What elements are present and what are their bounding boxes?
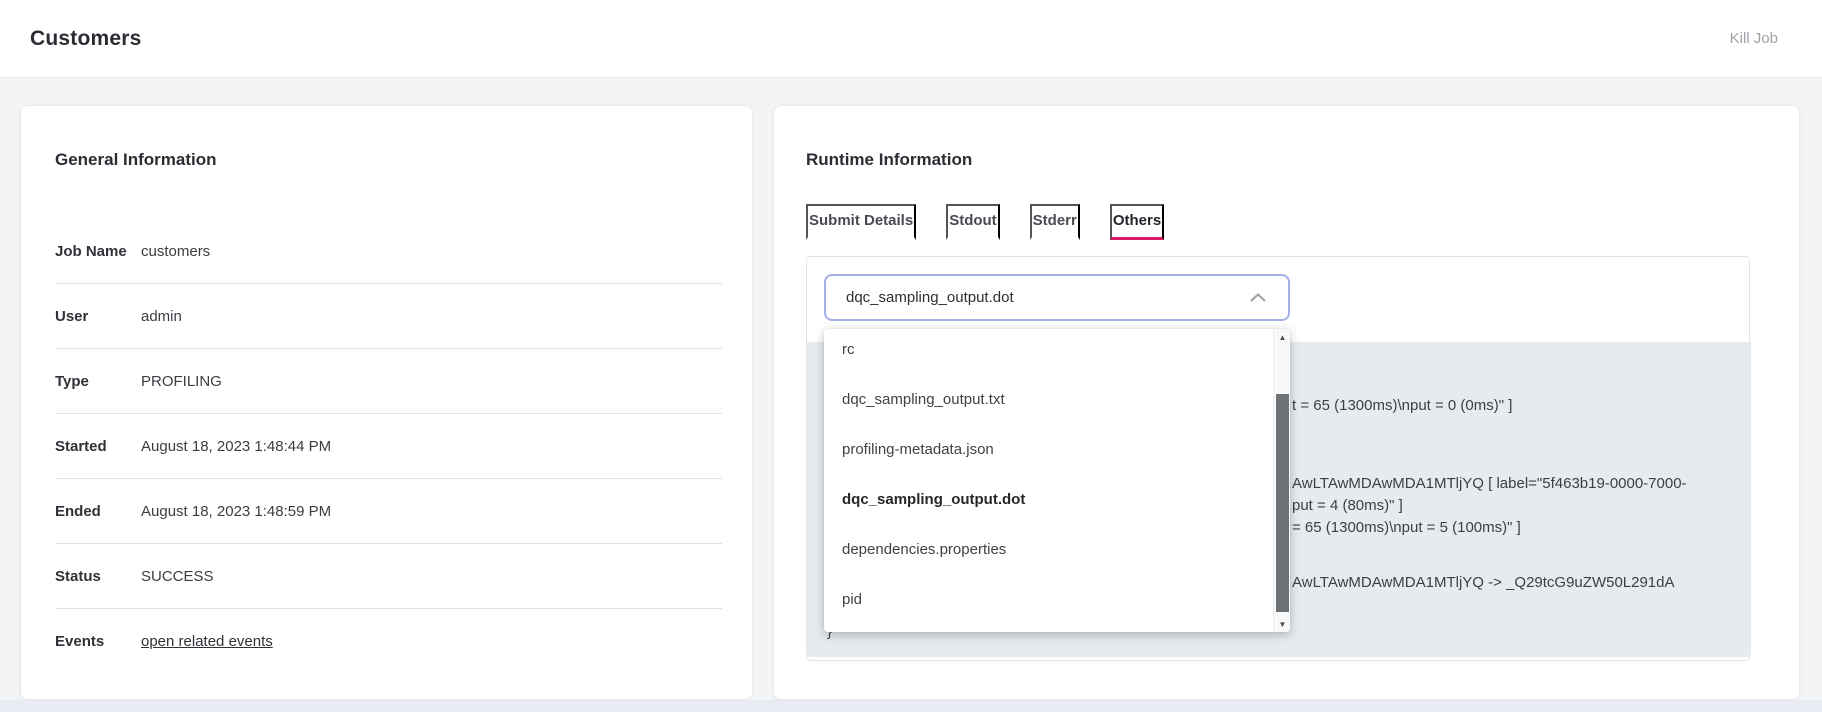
- info-row-label: Started: [55, 438, 141, 455]
- general-information-rows: Job Name customers User admin Type PROFI…: [55, 219, 722, 674]
- info-row-started: Started August 18, 2023 1:48:44 PM: [55, 414, 722, 479]
- file-select-dropdown: rc dqc_sampling_output.txt profiling-met…: [824, 329, 1290, 632]
- dot-content-line: = 65 (1300ms)\nput = 5 (100ms)" ]: [1292, 519, 1521, 537]
- job-detail-page: Customers Kill Job General Information J…: [0, 0, 1822, 712]
- tab-stdout[interactable]: Stdout: [946, 204, 999, 240]
- dropdown-option-list: rc dqc_sampling_output.txt profiling-met…: [824, 329, 1290, 624]
- info-row-value: admin: [141, 308, 182, 325]
- kill-job-button[interactable]: Kill Job: [1730, 30, 1778, 47]
- dot-content-line: t = 65 (1300ms)\nput = 0 (0ms)" ]: [1292, 397, 1512, 415]
- dropdown-option-profiling-metadata-json[interactable]: profiling-metadata.json: [824, 424, 1290, 474]
- dropdown-option-dependencies-properties[interactable]: dependencies.properties: [824, 524, 1290, 574]
- info-row-status: Status SUCCESS: [55, 544, 722, 609]
- page-title: Customers: [30, 27, 142, 51]
- runtime-information-title: Runtime Information: [806, 150, 972, 170]
- scroll-up-icon[interactable]: ▲: [1274, 329, 1290, 345]
- tab-others[interactable]: Others: [1110, 204, 1164, 240]
- page-bottom-strip: [0, 700, 1822, 712]
- dropdown-option-dqc-sampling-output-txt[interactable]: dqc_sampling_output.txt: [824, 374, 1290, 424]
- page-header: Customers Kill Job: [0, 0, 1822, 78]
- info-row-label: Job Name: [55, 243, 141, 260]
- info-row-value: PROFILING: [141, 373, 222, 390]
- open-related-events-link[interactable]: open related events: [141, 633, 273, 650]
- info-row-type: Type PROFILING: [55, 349, 722, 414]
- chevron-up-icon: [1250, 293, 1266, 302]
- tab-stderr[interactable]: Stderr: [1030, 204, 1080, 240]
- dropdown-option-pid[interactable]: pid: [824, 574, 1290, 624]
- file-select[interactable]: dqc_sampling_output.dot: [824, 274, 1290, 321]
- scroll-down-icon[interactable]: ▼: [1274, 616, 1290, 632]
- info-row-events: Events open related events: [55, 609, 722, 674]
- runtime-information-card: Runtime Information Submit Details Stdou…: [773, 105, 1800, 700]
- general-information-title: General Information: [55, 150, 217, 170]
- dot-content-line: AwLTAwMDAwMDA1MTljYQ [ label="5f463b19-0…: [1292, 475, 1687, 493]
- info-row-value: August 18, 2023 1:48:59 PM: [141, 503, 331, 520]
- info-row-ended: Ended August 18, 2023 1:48:59 PM: [55, 479, 722, 544]
- dropdown-option-rc[interactable]: rc: [824, 329, 1290, 374]
- info-row-label: Type: [55, 373, 141, 390]
- dropdown-scrollbar[interactable]: ▲ ▼: [1273, 329, 1290, 632]
- tab-submit-details[interactable]: Submit Details: [806, 204, 916, 240]
- dropdown-option-dqc-sampling-output-dot[interactable]: dqc_sampling_output.dot: [824, 474, 1290, 524]
- runtime-tabs: Submit Details Stdout Stderr Others: [806, 204, 1164, 240]
- file-select-value: dqc_sampling_output.dot: [846, 289, 1014, 306]
- dot-content-line: AwLTAwMDAwMDA1MTljYQ -> _Q29tcG9uZW50L29…: [1292, 574, 1675, 592]
- info-row-user: User admin: [55, 284, 722, 349]
- info-row-label: Ended: [55, 503, 141, 520]
- general-information-card: General Information Job Name customers U…: [20, 105, 753, 700]
- status-badge: SUCCESS: [141, 568, 214, 585]
- info-row-label: Status: [55, 568, 141, 585]
- dot-content-line: put = 4 (80ms)" ]: [1292, 497, 1403, 515]
- info-row-job-name: Job Name customers: [55, 219, 722, 284]
- info-row-label: Events: [55, 633, 141, 650]
- info-row-label: User: [55, 308, 141, 325]
- scrollbar-thumb[interactable]: [1276, 394, 1289, 612]
- others-tab-panel: t = 65 (1300ms)\nput = 0 (0ms)" ] AwLTAw…: [806, 256, 1750, 661]
- info-row-value: August 18, 2023 1:48:44 PM: [141, 438, 331, 455]
- info-row-value: customers: [141, 243, 210, 260]
